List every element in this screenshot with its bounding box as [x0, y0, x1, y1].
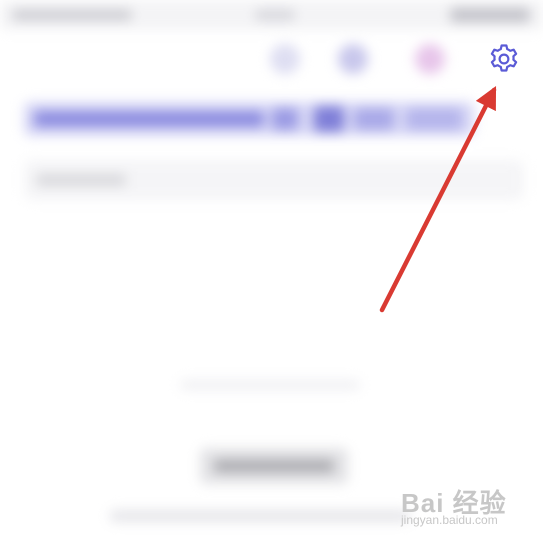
header-icons [0, 40, 543, 80]
search-placeholder [36, 174, 126, 186]
banner-element [314, 106, 344, 132]
blurred-banner[interactable] [24, 102, 474, 136]
header-icon[interactable] [338, 44, 368, 74]
status-bar [0, 0, 543, 30]
header-icon[interactable] [415, 44, 445, 74]
banner-element [354, 108, 394, 130]
gear-icon [490, 44, 518, 72]
status-bar-left [12, 10, 132, 20]
banner-text [34, 111, 264, 127]
center-button-label [214, 460, 334, 472]
header-icon[interactable] [270, 44, 300, 74]
banner-element [272, 108, 298, 130]
banner-element [406, 108, 462, 130]
blurred-content [0, 0, 543, 535]
blurred-text-line [180, 380, 360, 390]
search-bar[interactable] [24, 160, 524, 200]
baidu-jingyan-watermark: Bai 经验 jingyan.baidu.com [401, 483, 531, 529]
status-bar-center [255, 10, 295, 20]
status-bar-right [450, 8, 530, 22]
app-screen: Bai 经验 jingyan.baidu.com [0, 0, 543, 535]
settings-button[interactable] [487, 42, 521, 76]
center-action-button[interactable] [200, 448, 348, 484]
watermark-url: jingyan.baidu.com [401, 513, 498, 527]
blurred-footer-text [110, 510, 410, 522]
